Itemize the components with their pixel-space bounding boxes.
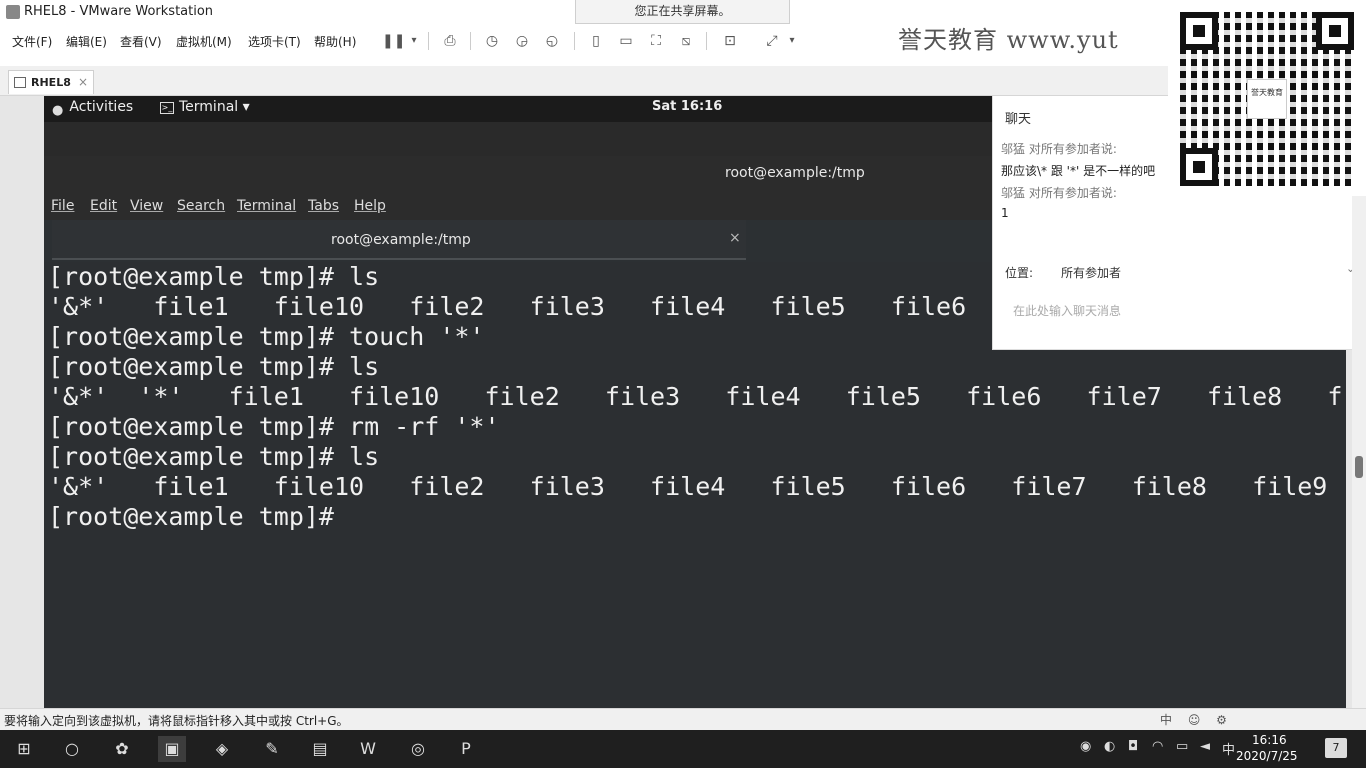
- terminal-line: [root@example tmp]# rm -rf '*': [48, 412, 500, 441]
- menu-tabs[interactable]: 选项卡(T): [248, 33, 301, 50]
- snapshot-icon[interactable]: ◷: [482, 31, 502, 51]
- scrollbar-thumb[interactable]: [1355, 456, 1363, 478]
- menu-edit[interactable]: 编辑(E): [66, 33, 107, 50]
- paint-icon[interactable]: ✎: [258, 736, 286, 762]
- terminal-window-title: root@example:/tmp: [725, 165, 865, 181]
- qr-overlay: 誉天教育: [1180, 12, 1354, 186]
- activities-button[interactable]: ● Activities: [52, 99, 134, 118]
- terminal-menu-file[interactable]: File: [51, 198, 74, 214]
- terminal-tab-title: root@example:/tmp: [331, 232, 471, 248]
- full-screen-icon[interactable]: ⛶: [646, 31, 666, 51]
- vm-tab-rhel8[interactable]: RHEL8 ×: [8, 70, 94, 94]
- brand-watermark: 誉天教育 www.yut: [898, 26, 1119, 54]
- vmware-statusbar: 要将输入定向到该虚拟机，请将鼠标指针移入其中或按 Ctrl+G。 中 ☺ ⚙: [0, 708, 1366, 730]
- terminal-line: '&*' file1 file10 file2 file3 file4 file…: [48, 472, 1328, 501]
- terminal-app-menu[interactable]: >_ Terminal ▾: [160, 99, 250, 115]
- windows-taskbar: ⊞ ○ ✿ ▣ ◈ ✎ ▤ W ◎ P ◉ ◐ ◘ ◠ ▭ ◄ 中 16:16 …: [0, 730, 1366, 768]
- status-text: 要将输入定向到该虚拟机，请将鼠标指针移入其中或按 Ctrl+G。: [4, 714, 349, 728]
- qr-code-panel: 誉天教育: [1168, 0, 1366, 196]
- chat-message: 那应该\* 跟 '*' 是不一样的吧: [1001, 164, 1156, 178]
- chat-sender: 邬猛 对所有参加者说:: [1001, 186, 1117, 200]
- windows-start-icon[interactable]: ⊞: [10, 736, 38, 762]
- thumbnail-icon[interactable]: ▭: [616, 31, 636, 51]
- app-icon[interactable]: ◎: [404, 736, 432, 762]
- stretch-icon[interactable]: ⤢: [762, 31, 782, 51]
- notification-badge[interactable]: 7: [1325, 738, 1347, 758]
- ime-indicator[interactable]: 中: [1222, 739, 1235, 758]
- terminal-line: [root@example tmp]# ls: [48, 442, 380, 471]
- qr-logo: 誉天教育: [1247, 79, 1287, 119]
- show-library-icon[interactable]: ▯: [586, 31, 606, 51]
- guest-border-left: [0, 96, 44, 708]
- toolbar-separator: [428, 32, 429, 50]
- terminal-tab[interactable]: root@example:/tmp ×: [52, 220, 746, 260]
- word-icon[interactable]: W: [354, 736, 382, 762]
- wifi-icon[interactable]: ◠: [1152, 739, 1163, 754]
- terminal-menu-edit[interactable]: Edit: [90, 198, 117, 214]
- terminal-menu-view[interactable]: View: [130, 198, 163, 214]
- redhat-icon: ●: [52, 103, 64, 118]
- chat-message: 1: [1001, 206, 1009, 220]
- menu-view[interactable]: 查看(V): [120, 33, 162, 50]
- app-icon[interactable]: ◈: [208, 736, 236, 762]
- qr-finder: [1316, 12, 1354, 50]
- pause-icon[interactable]: ❚❚: [382, 31, 405, 51]
- screen-share-banner[interactable]: 您正在共享屏幕。: [575, 0, 790, 24]
- chevron-down-icon[interactable]: ▾: [404, 31, 424, 51]
- terminal-prompt: [root@example tmp]#: [48, 502, 334, 531]
- vm-tab-label: RHEL8: [31, 76, 71, 89]
- app-icon[interactable]: ✿: [108, 736, 136, 762]
- vm-tabstrip: RHEL8 ×: [0, 66, 1366, 96]
- terminal-menu-terminal[interactable]: Terminal: [237, 198, 296, 214]
- vmware-taskbar-icon[interactable]: ▣: [158, 736, 186, 762]
- terminal-menu-help[interactable]: Help: [354, 198, 386, 214]
- console-view-icon[interactable]: ⊡: [720, 31, 740, 51]
- taskbar-date[interactable]: 2020/7/25: [1236, 749, 1298, 763]
- ime-toolbar[interactable]: 中 ☺ ⚙: [1160, 711, 1233, 728]
- chat-recipient-label: 位置:: [1005, 266, 1034, 280]
- gnome-clock[interactable]: Sat 16:16: [652, 99, 722, 114]
- qr-finder: [1180, 148, 1218, 186]
- battery-icon[interactable]: ▭: [1176, 739, 1188, 754]
- toolbar-separator: [470, 32, 471, 50]
- vm-icon: [14, 77, 26, 88]
- chat-sender: 邬猛 对所有参加者说:: [1001, 142, 1117, 156]
- qr-finder: [1180, 12, 1218, 50]
- tray-icon[interactable]: ◘: [1128, 739, 1138, 754]
- chat-title: 聊天: [1005, 112, 1032, 127]
- close-icon[interactable]: ×: [729, 230, 741, 246]
- menu-file[interactable]: 文件(F): [12, 33, 52, 50]
- terminal-line: [root@example tmp]# ls: [48, 352, 380, 381]
- terminal-app-label: Terminal ▾: [179, 99, 250, 115]
- terminal-line: '&*' '*' file1 file10 file2 file3 file4 …: [48, 382, 1343, 411]
- terminal-line: [root@example tmp]# touch '*': [48, 322, 485, 351]
- terminal-menu-search[interactable]: Search: [177, 198, 225, 214]
- app-icon[interactable]: ▤: [306, 736, 334, 762]
- unity-icon[interactable]: ⧅: [676, 31, 696, 51]
- terminal-line: [root@example tmp]# ls: [48, 262, 380, 291]
- chat-input[interactable]: 在此处输入聊天消息: [1013, 302, 1121, 319]
- terminal-line: '&*' file1 file10 file2 file3 file4 file…: [48, 292, 967, 321]
- chat-recipient-select[interactable]: 所有参加者: [1061, 264, 1121, 281]
- toolbar-separator: [706, 32, 707, 50]
- close-icon[interactable]: ×: [78, 75, 88, 89]
- menu-vm[interactable]: 虚拟机(M): [176, 33, 232, 50]
- terminal-menu-tabs[interactable]: Tabs: [308, 198, 339, 214]
- send-ctrl-alt-del-icon[interactable]: ⎙: [440, 31, 460, 51]
- volume-icon[interactable]: ◄: [1200, 739, 1210, 754]
- tray-icon[interactable]: ◉: [1080, 739, 1091, 754]
- search-icon[interactable]: ○: [58, 736, 86, 762]
- revert-snapshot-icon[interactable]: ◶: [512, 31, 532, 51]
- tray-icon[interactable]: ◐: [1104, 739, 1115, 754]
- terminal-icon: >_: [160, 102, 174, 114]
- toolbar-separator: [574, 32, 575, 50]
- vmware-icon: [6, 5, 20, 19]
- snapshot-manager-icon[interactable]: ◵: [542, 31, 562, 51]
- taskbar-time[interactable]: 16:16: [1252, 733, 1287, 747]
- window-title: RHEL8 - VMware Workstation: [24, 4, 214, 19]
- powerpoint-icon[interactable]: P: [452, 736, 480, 762]
- menu-help[interactable]: 帮助(H): [314, 33, 356, 50]
- activities-label: Activities: [69, 99, 134, 115]
- chevron-down-icon[interactable]: ▾: [782, 31, 802, 51]
